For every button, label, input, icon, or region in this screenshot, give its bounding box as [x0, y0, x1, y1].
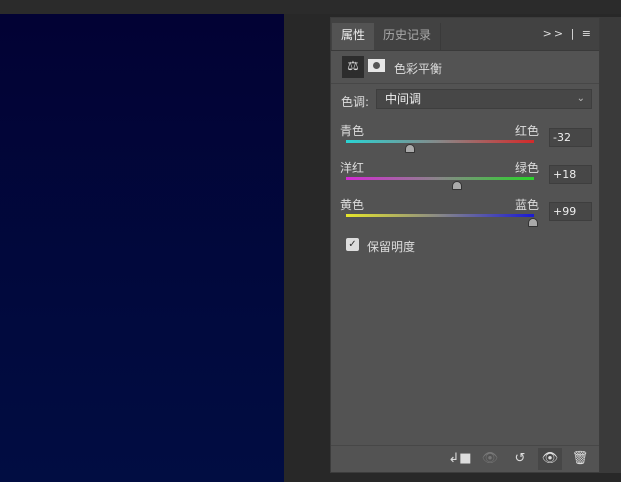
panel-tabs: 属性 历史记录 >> | ≡	[331, 18, 599, 51]
slider-left-label: 青色	[340, 124, 365, 138]
visibility-button[interactable]: 👁	[538, 448, 562, 470]
tone-value: 中间调	[385, 92, 422, 106]
tab-properties[interactable]: 属性	[332, 23, 375, 50]
slider-thumb[interactable]	[404, 144, 415, 153]
slider-right-label: 绿色	[515, 161, 540, 175]
chevron-down-icon: ⌄	[576, 93, 585, 104]
panel-menu-icon[interactable]: ≡	[582, 27, 593, 40]
slider-right-label: 蓝色	[515, 198, 540, 212]
mask-icon[interactable]	[368, 59, 385, 72]
color-slider-track[interactable]	[346, 140, 534, 143]
slider-value-input[interactable]: -32	[549, 128, 592, 147]
reset-button[interactable]: ↺	[508, 448, 532, 470]
slider-left-label: 黄色	[340, 198, 365, 212]
preserve-luminosity-label: 保留明度	[367, 240, 416, 254]
balance-scale-icon[interactable]: ⚖	[342, 56, 364, 78]
color-slider-track[interactable]	[346, 177, 534, 180]
scrollbar[interactable]	[600, 17, 621, 473]
panel-footer: ↲■ 👁 ↺ 👁 🗑	[331, 445, 599, 472]
properties-panel: 属性 历史记录 >> | ≡ ⚖ 色彩平衡 色调: 中间调 ⌄ 青色 红色 -32…	[330, 17, 600, 473]
slider-value-input[interactable]: +99	[549, 202, 592, 221]
collapse-icon[interactable]: >>	[543, 27, 565, 40]
tab-history[interactable]: 历史记录	[374, 23, 442, 50]
clip-to-layer-button[interactable]: ↲■	[448, 448, 472, 470]
slider-value-input[interactable]: +18	[549, 165, 592, 184]
top-bar	[0, 0, 621, 14]
document-canvas[interactable]	[0, 14, 284, 482]
tone-label: 色调:	[341, 95, 370, 109]
panel-header: ⚖ 色彩平衡	[331, 51, 599, 84]
adjustment-title: 色彩平衡	[394, 62, 443, 76]
tone-select[interactable]: 中间调 ⌄	[376, 89, 592, 109]
color-slider-track[interactable]	[346, 214, 534, 217]
slider-left-label: 洋红	[340, 161, 365, 175]
view-previous-button[interactable]: 👁	[478, 448, 502, 470]
slider-right-label: 红色	[515, 124, 540, 138]
slider-thumb[interactable]	[528, 218, 539, 227]
preserve-luminosity-checkbox[interactable]: ✓	[346, 238, 359, 251]
delete-button[interactable]: 🗑	[568, 448, 592, 470]
slider-thumb[interactable]	[451, 181, 462, 190]
